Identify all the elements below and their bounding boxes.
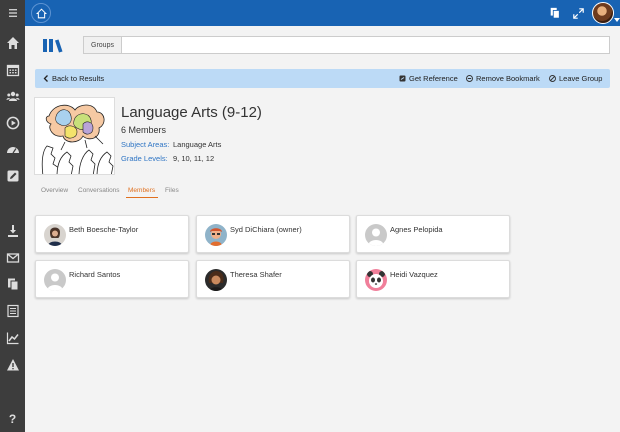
member-name: Beth Boesche-Taylor xyxy=(69,225,139,234)
top-home-button[interactable] xyxy=(31,3,51,23)
member-avatar xyxy=(365,269,387,291)
subject-areas-label: Subject Areas: xyxy=(121,140,170,149)
remove-bookmark-label: Remove Bookmark xyxy=(476,74,540,83)
edit-icon[interactable] xyxy=(4,167,21,184)
reference-icon xyxy=(399,75,406,82)
minus-circle-icon xyxy=(466,75,473,82)
member-avatar xyxy=(44,269,66,291)
menu-icon[interactable] xyxy=(4,4,21,21)
users-icon[interactable] xyxy=(4,87,21,104)
top-bar xyxy=(25,0,620,26)
member-card[interactable]: Beth Boesche-Taylor xyxy=(35,215,189,253)
back-to-results-label: Back to Results xyxy=(52,74,105,83)
back-to-results-link[interactable]: Back to Results xyxy=(43,69,104,88)
member-name: Agnes Pelopida xyxy=(390,225,443,234)
member-avatar xyxy=(205,224,227,246)
member-card[interactable]: Agnes Pelopida xyxy=(356,215,510,253)
tab-conversations[interactable]: Conversations xyxy=(78,187,120,194)
download-icon[interactable] xyxy=(4,222,21,239)
tab-members[interactable]: Members xyxy=(128,187,155,194)
chevron-left-icon xyxy=(43,75,49,82)
copy-icon[interactable] xyxy=(4,275,21,292)
calendar-icon[interactable] xyxy=(4,61,21,78)
grade-levels-value: 9, 10, 11, 12 xyxy=(173,154,215,163)
list-icon[interactable] xyxy=(4,302,21,319)
action-bar: Back to Results Get Reference Remove Boo… xyxy=(35,69,610,88)
member-name: Syd DiChiara (owner) xyxy=(230,225,302,234)
leave-group-label: Leave Group xyxy=(559,74,603,83)
group-title: Language Arts (9-12) xyxy=(121,104,262,121)
help-label: ? xyxy=(8,411,17,426)
member-avatar xyxy=(365,224,387,246)
member-name: Richard Santos xyxy=(69,270,121,279)
user-avatar[interactable] xyxy=(592,2,614,24)
member-card[interactable]: Heidi Vazquez xyxy=(356,260,510,298)
member-avatar xyxy=(205,269,227,291)
get-reference-button[interactable]: Get Reference xyxy=(399,69,458,88)
chart-icon[interactable] xyxy=(4,329,21,346)
tab-overview[interactable]: Overview xyxy=(41,187,68,194)
search-scope-label[interactable]: Groups xyxy=(83,36,122,54)
member-avatar xyxy=(44,224,66,246)
tab-files[interactable]: Files xyxy=(165,187,179,194)
subject-areas-value: Language Arts xyxy=(173,140,222,149)
search-input[interactable] xyxy=(122,36,610,54)
member-card[interactable]: Theresa Shafer xyxy=(196,260,350,298)
member-card[interactable]: Richard Santos xyxy=(35,260,189,298)
warning-icon[interactable] xyxy=(4,356,21,373)
app-logo[interactable] xyxy=(42,37,66,53)
member-name: Heidi Vazquez xyxy=(390,270,438,279)
play-circle-icon[interactable] xyxy=(4,114,21,131)
ban-icon xyxy=(549,75,556,82)
grade-levels-label: Grade Levels: xyxy=(121,154,168,163)
member-card[interactable]: Syd DiChiara (owner) xyxy=(196,215,350,253)
dashboard-icon[interactable] xyxy=(4,141,21,158)
get-reference-label: Get Reference xyxy=(409,74,458,83)
copy-icon[interactable] xyxy=(547,5,563,21)
home-icon[interactable] xyxy=(4,34,21,51)
expand-icon[interactable] xyxy=(570,5,586,21)
remove-bookmark-button[interactable]: Remove Bookmark xyxy=(466,69,540,88)
leave-group-button[interactable]: Leave Group xyxy=(549,69,602,88)
left-sidebar: ? xyxy=(0,0,25,432)
home-icon xyxy=(35,7,47,18)
member-name: Theresa Shafer xyxy=(230,270,282,279)
help-icon[interactable]: ? xyxy=(4,410,21,427)
mail-icon[interactable] xyxy=(4,249,21,266)
chevron-down-icon[interactable] xyxy=(614,18,620,22)
group-member-count: 6 Members xyxy=(121,125,167,135)
group-image xyxy=(34,97,115,175)
active-tab-indicator xyxy=(126,197,158,198)
